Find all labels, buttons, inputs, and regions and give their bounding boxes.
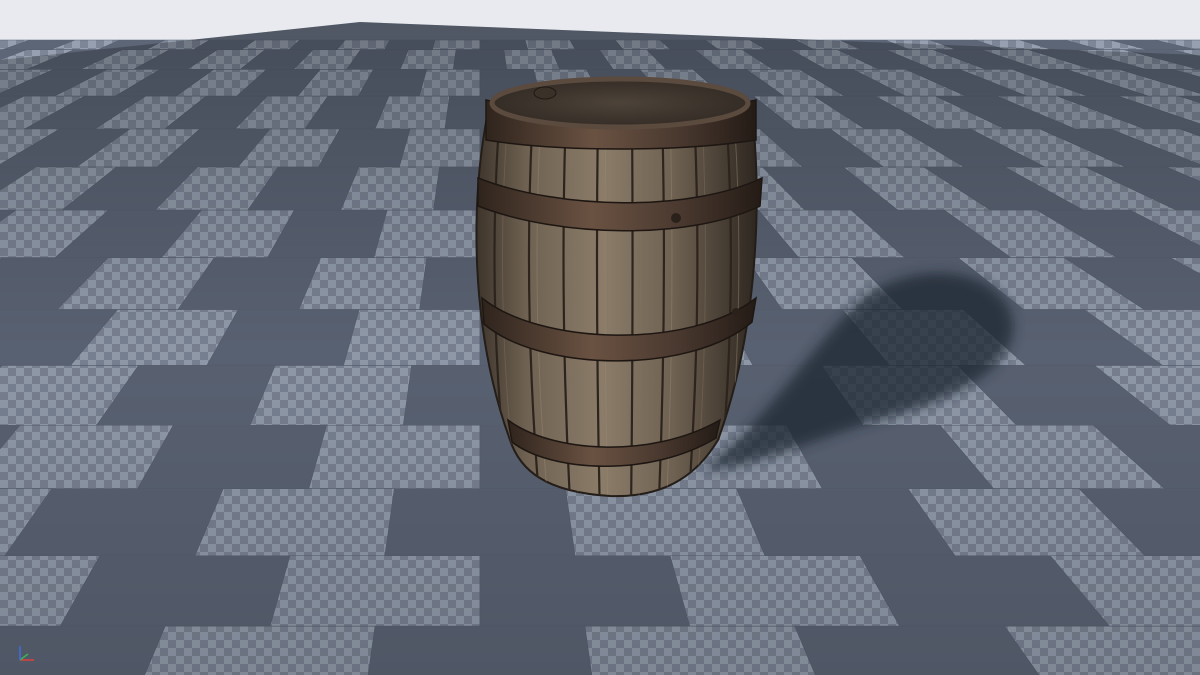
editor-viewport[interactable]: [0, 0, 1200, 675]
barrel-rivet: [732, 308, 740, 316]
barrel-bung: [533, 86, 557, 100]
barrel-lid: [489, 76, 751, 130]
barrel-rivet: [671, 213, 681, 223]
wooden-barrel[interactable]: [475, 76, 763, 500]
viewport-scene[interactable]: [0, 0, 1200, 675]
axis-y-line: [19, 653, 29, 661]
axis-gizmo: [19, 646, 34, 661]
